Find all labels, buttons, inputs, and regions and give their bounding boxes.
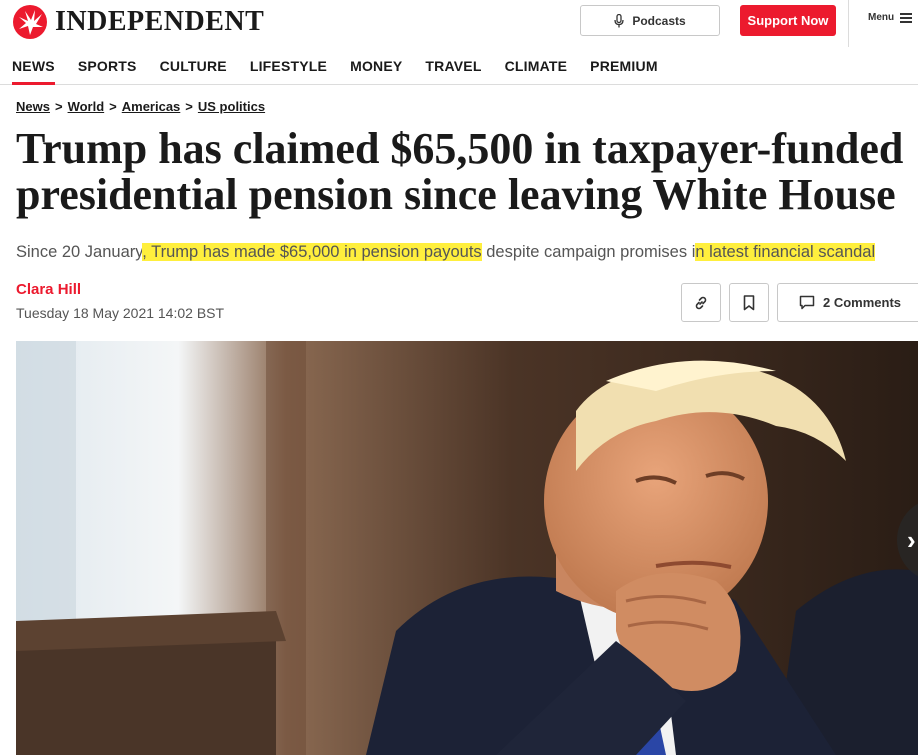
breadcrumb-link-americas[interactable]: Americas [122,99,181,114]
headline-line-1: Trump has claimed $65,500 in taxpayer-fu… [16,124,904,173]
breadcrumb-separator: > [185,99,193,114]
copy-link-button[interactable] [681,283,721,322]
site-logo[interactable]: INDEPENDENT [13,5,264,39]
nav-item-premium[interactable]: PREMIUM [590,58,658,85]
menu-label: Menu [868,12,895,23]
article-headline: Trump has claimed $65,500 in taxpayer-fu… [16,126,918,218]
support-now-button[interactable]: Support Now [740,5,836,36]
nav-item-news[interactable]: NEWS [12,58,55,85]
comment-icon [799,295,815,310]
hero-image[interactable] [16,341,918,755]
header-divider [848,0,849,47]
eagle-logo-icon [13,5,47,39]
podcasts-label: Podcasts [632,13,686,28]
publish-date: Tuesday 18 May 2021 14:02 BST [16,305,225,321]
breadcrumb-link-news[interactable]: News [16,99,50,114]
main-nav: NEWS SPORTS CULTURE LIFESTYLE MONEY TRAVEL CLI… [0,47,918,85]
site-header: INDEPENDENT Podcasts Support Now Menu [0,0,918,47]
breadcrumb-separator: > [109,99,117,114]
author-link[interactable]: Clara Hill [16,281,81,298]
nav-item-travel[interactable]: TRAVEL [425,58,481,85]
site-logo-text: INDEPENDENT [55,6,265,37]
breadcrumb: News > World > Americas > US politics [16,99,265,114]
nav-item-climate[interactable]: CLIMATE [505,58,568,85]
podcasts-button[interactable]: Podcasts [580,5,720,36]
headline-line-2: presidential pension since leaving White… [16,170,896,219]
standfirst-text-1: Since 20 January [16,243,143,261]
link-icon [695,296,707,309]
nav-item-lifestyle[interactable]: LIFESTYLE [250,58,327,85]
bookmark-icon [743,294,755,310]
hamburger-icon [900,12,913,23]
standfirst-highlight-1: , Trump has made $65,000 in pension payo… [142,243,482,261]
standfirst-highlight-2: n latest financial scandal [695,243,876,261]
comments-label: 2 Comments [823,295,902,310]
bookmark-button[interactable] [729,283,769,322]
nav-item-sports[interactable]: SPORTS [78,58,137,85]
breadcrumb-separator: > [54,99,63,114]
standfirst-text-2: despite campaign promises i [481,243,696,261]
breadcrumb-link-world[interactable]: World [68,99,105,114]
breadcrumb-link-us-politics[interactable]: US politics [198,99,265,114]
nav-list: NEWS SPORTS CULTURE LIFESTYLE MONEY TRAVEL CLI… [12,58,681,85]
nav-item-culture[interactable]: CULTURE [160,58,227,85]
menu-button[interactable]: Menu [868,12,913,23]
comments-button[interactable]: 2 Comments [777,283,918,322]
article-standfirst: Since 20 January, Trump has made $65,000… [16,241,876,263]
hero-photo [16,341,918,755]
microphone-icon [614,13,624,27]
nav-item-money[interactable]: MONEY [350,58,402,85]
